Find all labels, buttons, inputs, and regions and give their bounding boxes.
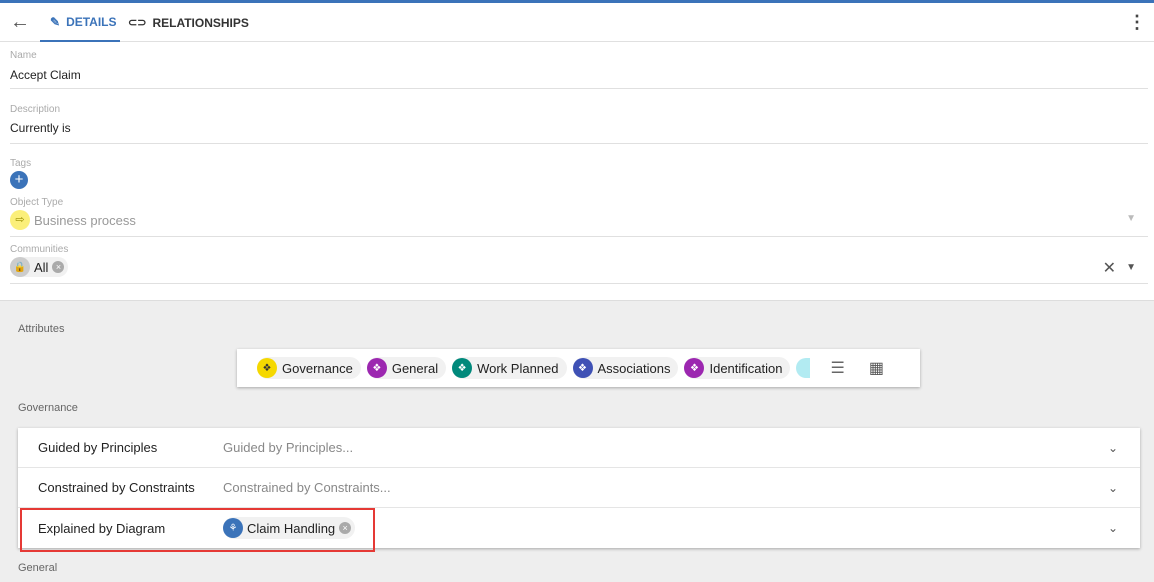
description-label: Description — [10, 104, 61, 115]
attribute-row[interactable]: Constrained by Constraints Constrained by… — [18, 468, 1140, 508]
link-icon: ⊂⊃ — [128, 17, 147, 29]
highlight-box — [20, 508, 375, 552]
chip-associations[interactable]: ❖ Associations — [572, 357, 679, 379]
row-input[interactable]: Constrained by Constraints... — [223, 480, 391, 495]
grid-view-icon[interactable]: ▦ — [869, 358, 884, 378]
attribute-group-toolbar: ❖ Governance ❖ General ❖ Work Planned ❖ Asso… — [237, 349, 920, 387]
chip-label: Identification — [709, 360, 783, 376]
general-label: General — [18, 562, 58, 574]
pencil-icon: ✎ — [50, 14, 61, 29]
more-vert-icon[interactable]: ⋮ — [1128, 3, 1146, 42]
filter-icon[interactable]: ☰ — [830, 358, 844, 378]
chip-label: General — [391, 360, 439, 376]
diamond-icon: ❖ — [257, 358, 277, 378]
tab-relationships[interactable]: ⊂⊃ RELATIONSHIPS — [128, 3, 249, 42]
communities-label: Communities — [10, 244, 69, 255]
governance-label: Governance — [18, 402, 78, 414]
chip-label: Associations — [597, 360, 671, 376]
row-input[interactable]: Guided by Principles... — [223, 440, 353, 455]
back-arrow-icon[interactable]: ← — [10, 3, 30, 42]
diamond-icon: ❖ — [572, 358, 593, 378]
diamond-icon: ❖ — [366, 358, 387, 378]
description-input[interactable]: Currently is — [10, 121, 71, 135]
chevron-down-icon[interactable]: ⌄ — [1108, 521, 1118, 535]
name-input[interactable]: Accept Claim — [10, 68, 81, 82]
object-type-value: Business process — [34, 213, 136, 228]
diamond-icon: ❖ — [684, 358, 705, 378]
chip-general[interactable]: ❖ General — [366, 357, 447, 379]
divider — [10, 283, 1148, 284]
attribute-row[interactable]: Guided by Principles Guided by Principles… — [18, 428, 1140, 468]
chevron-down-icon[interactable]: ⌄ — [1108, 441, 1118, 455]
tab-details[interactable]: ✎ DETAILS — [40, 3, 120, 42]
name-label: Name — [10, 50, 37, 61]
chip-identification[interactable]: ❖ Identification — [684, 357, 791, 379]
chip-label: Governance — [282, 360, 353, 376]
tab-bar: ← ✎ DETAILS ⊂⊃ RELATIONSHIPS ⋮ — [0, 3, 1154, 42]
clear-icon[interactable]: ✕ — [1103, 258, 1116, 278]
tags-label: Tags — [10, 158, 32, 169]
row-label: Guided by Principles — [38, 440, 158, 455]
chip-governance[interactable]: ❖ Governance — [257, 357, 361, 379]
row-label: Constrained by Constraints — [38, 480, 195, 495]
tab-relationships-label: RELATIONSHIPS — [152, 15, 249, 30]
overflow-chip-icon[interactable] — [796, 358, 811, 378]
lock-icon: 🔒 — [10, 257, 30, 277]
diamond-icon: ❖ — [452, 358, 473, 378]
divider — [10, 88, 1148, 89]
add-tag-button[interactable]: + — [10, 171, 28, 189]
tab-details-label: DETAILS — [66, 14, 117, 29]
communities-dropdown-icon[interactable]: ▼ — [1126, 262, 1136, 273]
object-type-dropdown-icon: ▼ — [1126, 213, 1136, 224]
community-chip[interactable]: 🔒 All × — [10, 257, 69, 277]
business-process-icon: ⇨ — [10, 210, 30, 230]
divider — [10, 143, 1148, 144]
chip-work-planned[interactable]: ❖ Work Planned — [452, 357, 567, 379]
remove-chip-icon[interactable]: × — [52, 261, 65, 273]
divider — [10, 236, 1148, 237]
chevron-down-icon[interactable]: ⌄ — [1108, 481, 1118, 495]
community-chip-label: All — [34, 259, 49, 275]
attributes-label: Attributes — [18, 323, 65, 335]
chip-label: Work Planned — [477, 360, 559, 376]
object-type-label: Object Type — [10, 197, 64, 208]
